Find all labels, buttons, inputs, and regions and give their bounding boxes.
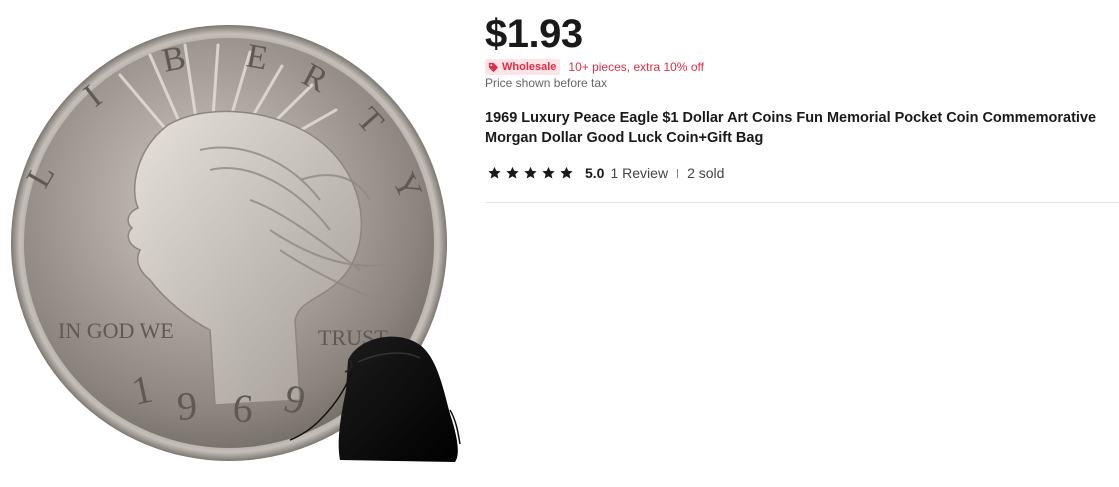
svg-text:6: 6 [231, 385, 254, 431]
product-title: 1969 Luxury Peace Eagle $1 Dollar Art Co… [485, 110, 1097, 146]
product-image[interactable]: L I B E R T Y IN GOD WE TRUST 1 9 6 9 [0, 0, 470, 487]
wholesale-label: Wholesale [502, 61, 557, 73]
price-note: Price shown before tax [485, 76, 608, 90]
price: $1.93 [485, 12, 583, 56]
star-icon [542, 166, 555, 179]
product-page: L I B E R T Y IN GOD WE TRUST 1 9 6 9 $1… [0, 0, 1119, 487]
wholesale-deal-text: 10+ pieces, extra 10% off [568, 60, 704, 74]
star-icon [524, 166, 537, 179]
star-icon [488, 166, 501, 179]
svg-text:9: 9 [175, 383, 198, 429]
separator [677, 168, 679, 178]
sold-count: 2 sold [687, 165, 725, 181]
star-icon [560, 166, 573, 179]
rating-value: 5.0 [585, 165, 605, 181]
rating-row: 5.0 1 Review 2 sold [487, 164, 724, 182]
reviews-link[interactable]: 1 Review [610, 165, 668, 181]
star-icon [506, 166, 519, 179]
tag-icon [488, 62, 499, 72]
wholesale-promo[interactable]: Wholesale 10+ pieces, extra 10% off [485, 58, 704, 76]
star-rating [487, 166, 577, 180]
svg-text:IN GOD WE: IN GOD WE [58, 318, 174, 343]
wholesale-badge: Wholesale [485, 59, 561, 75]
coin-and-bag-illustration: L I B E R T Y IN GOD WE TRUST 1 9 6 9 [11, 25, 461, 462]
divider [485, 202, 1119, 203]
